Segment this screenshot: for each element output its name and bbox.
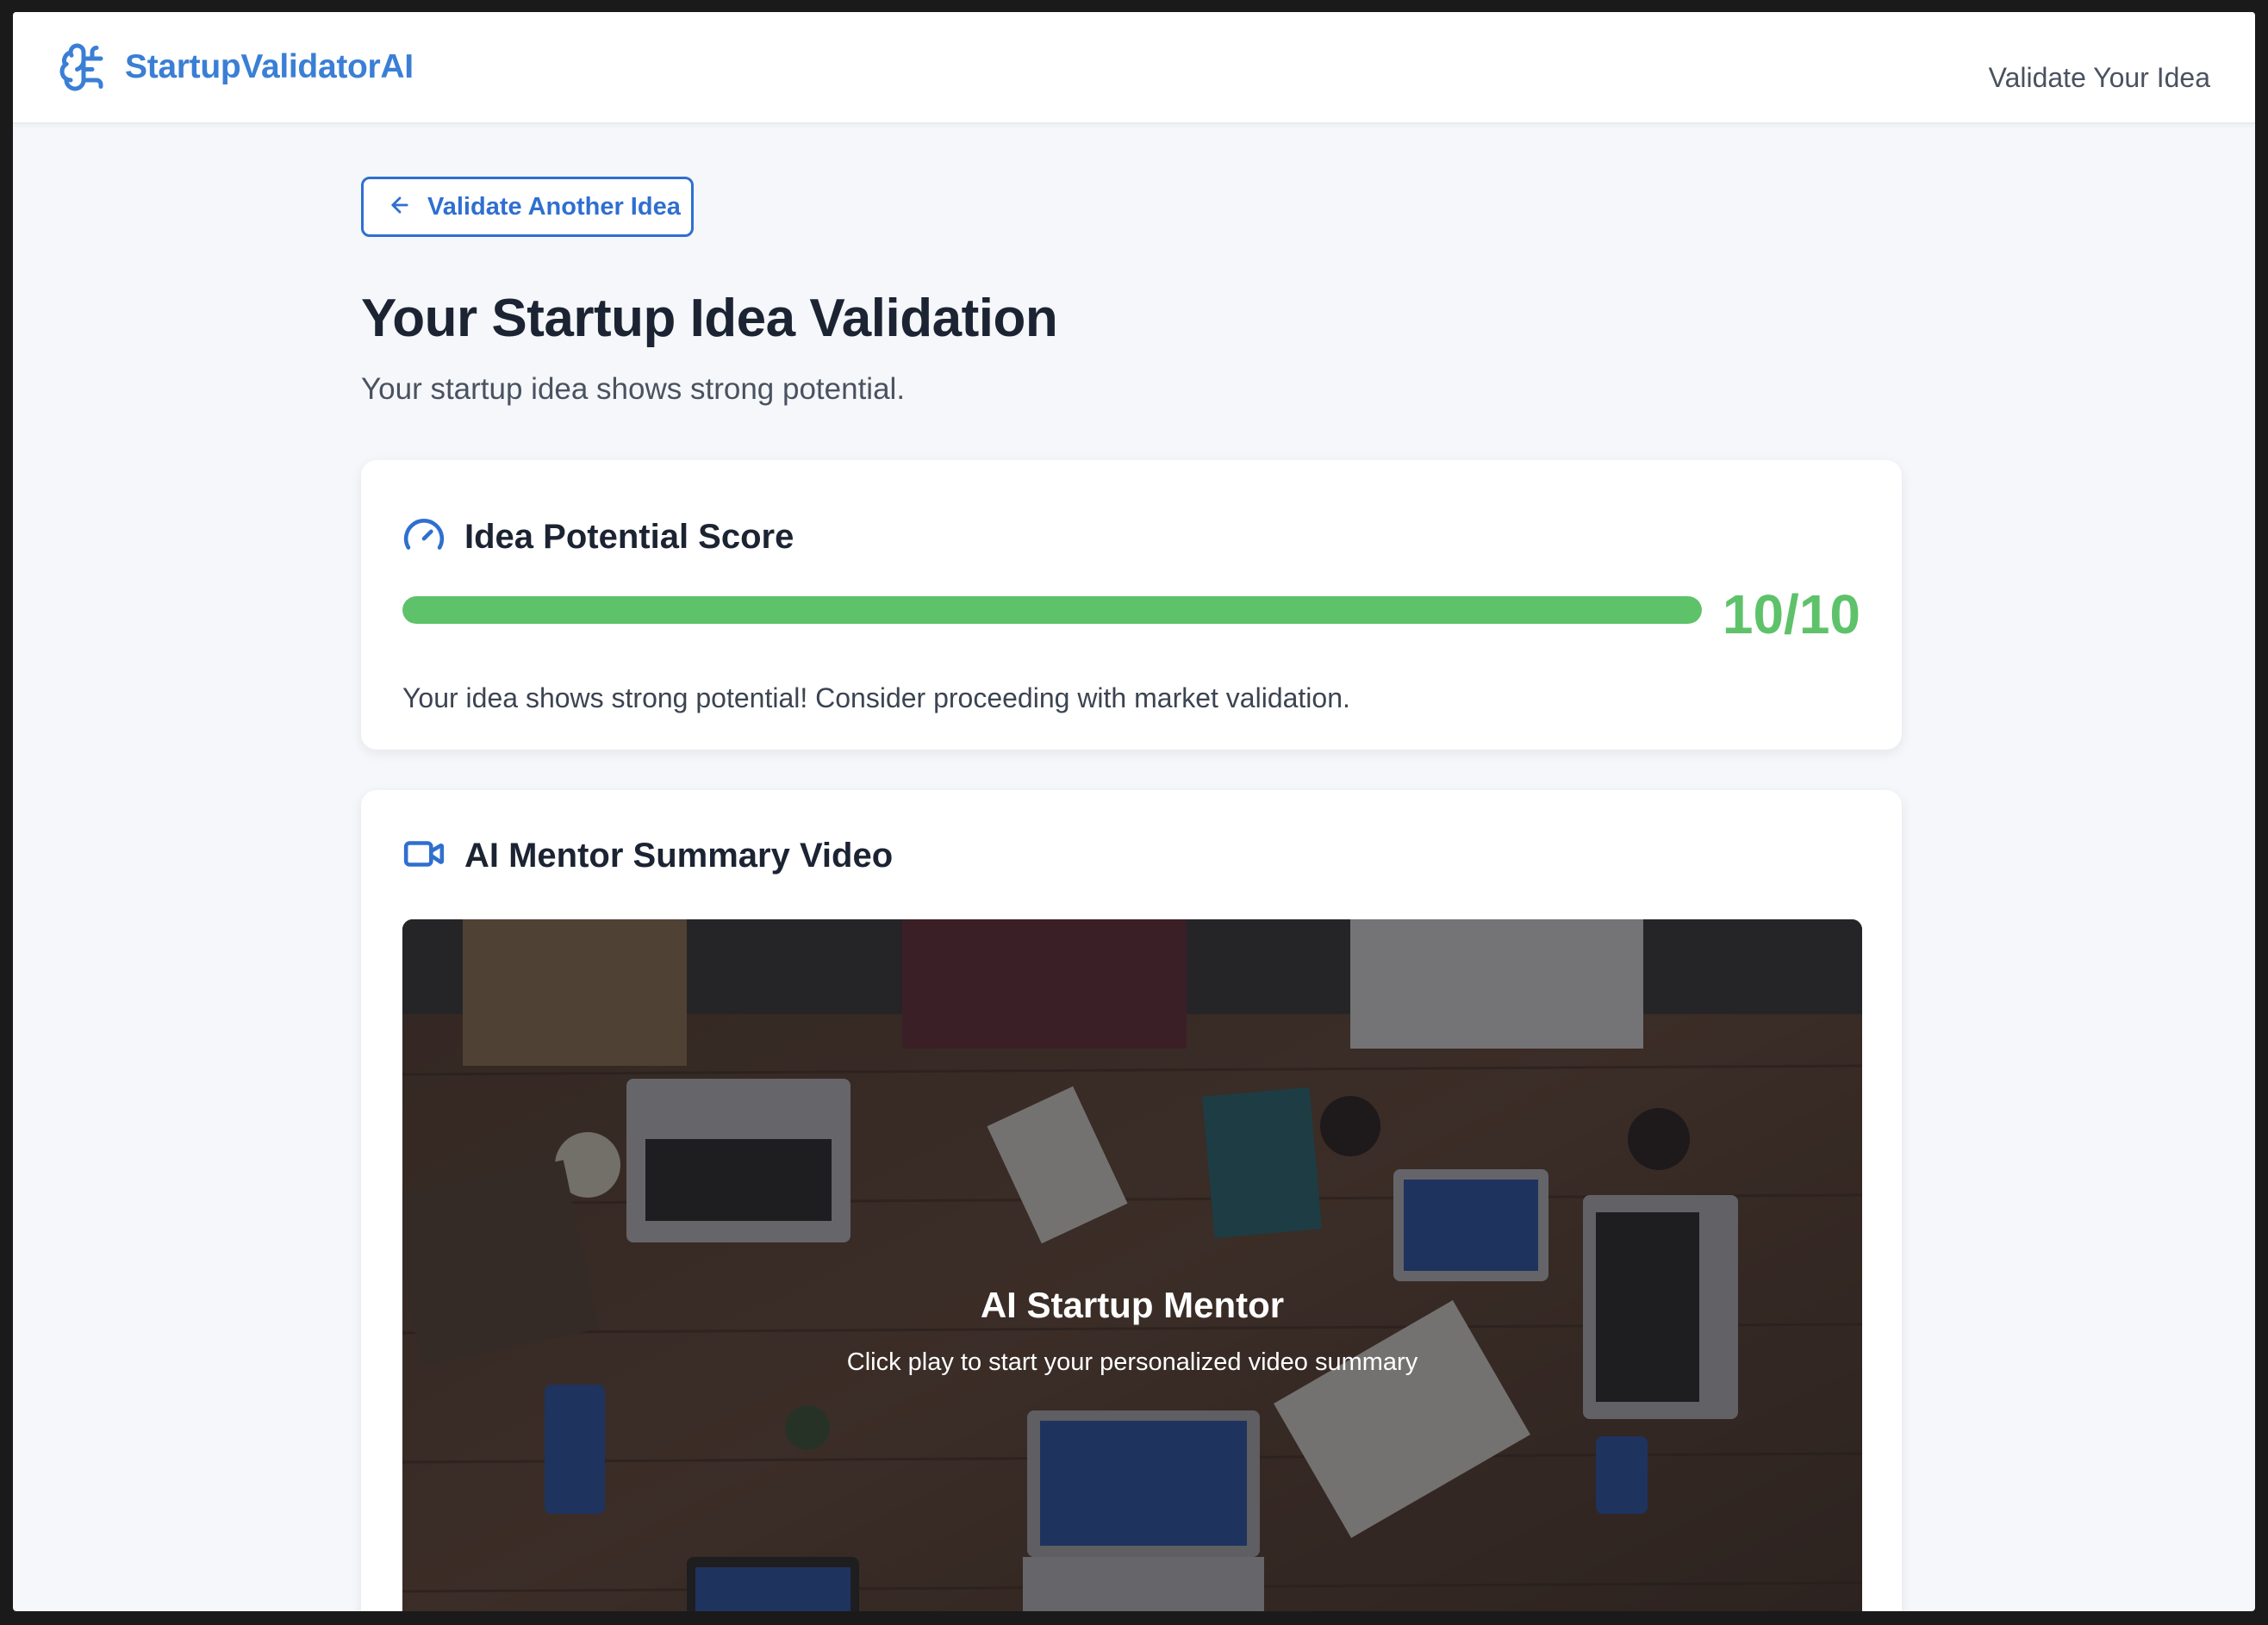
video-card-header: AI Mentor Summary Video — [402, 832, 893, 880]
score-value: 10/10 — [1722, 583, 1860, 645]
top-navbar: StartupValidatorAI Validate Your Idea — [13, 12, 2255, 124]
gauge-icon — [402, 514, 446, 561]
brain-icon — [58, 41, 109, 93]
video-player[interactable]: AI Startup Mentor Click play to start yo… — [402, 919, 1862, 1611]
score-progress-fill — [402, 596, 1702, 624]
score-card-title: Idea Potential Score — [464, 518, 794, 556]
validate-another-idea-button[interactable]: Validate Another Idea — [361, 177, 694, 237]
video-overlay-title: AI Startup Mentor — [980, 1285, 1285, 1325]
brand-name: StartupValidatorAI — [125, 48, 414, 85]
validate-another-idea-label: Validate Another Idea — [427, 192, 681, 221]
idea-score-card: Idea Potential Score 10/10 Your idea sho… — [361, 460, 1902, 750]
page-subtitle: Your startup idea shows strong potential… — [361, 372, 906, 406]
score-message: Your idea shows strong potential! Consid… — [402, 682, 1350, 713]
page-title: Your Startup Idea Validation — [361, 289, 1058, 348]
arrow-left-icon — [388, 193, 412, 221]
video-overlay-subtitle: Click play to start your personalized vi… — [846, 1348, 1418, 1376]
nav-validate-idea-link[interactable]: Validate Your Idea — [1989, 62, 2210, 94]
app-window: StartupValidatorAI Validate Your Idea Va… — [13, 12, 2255, 1611]
score-progress-bar — [402, 596, 1702, 624]
video-camera-icon — [402, 832, 446, 880]
brand-logo-link[interactable]: StartupValidatorAI — [58, 41, 414, 93]
video-overlay — [402, 919, 1862, 1611]
mentor-video-card: AI Mentor Summary Video AI Startup Mento… — [361, 790, 1902, 1611]
video-card-title: AI Mentor Summary Video — [464, 837, 894, 875]
score-card-header: Idea Potential Score — [402, 514, 794, 561]
